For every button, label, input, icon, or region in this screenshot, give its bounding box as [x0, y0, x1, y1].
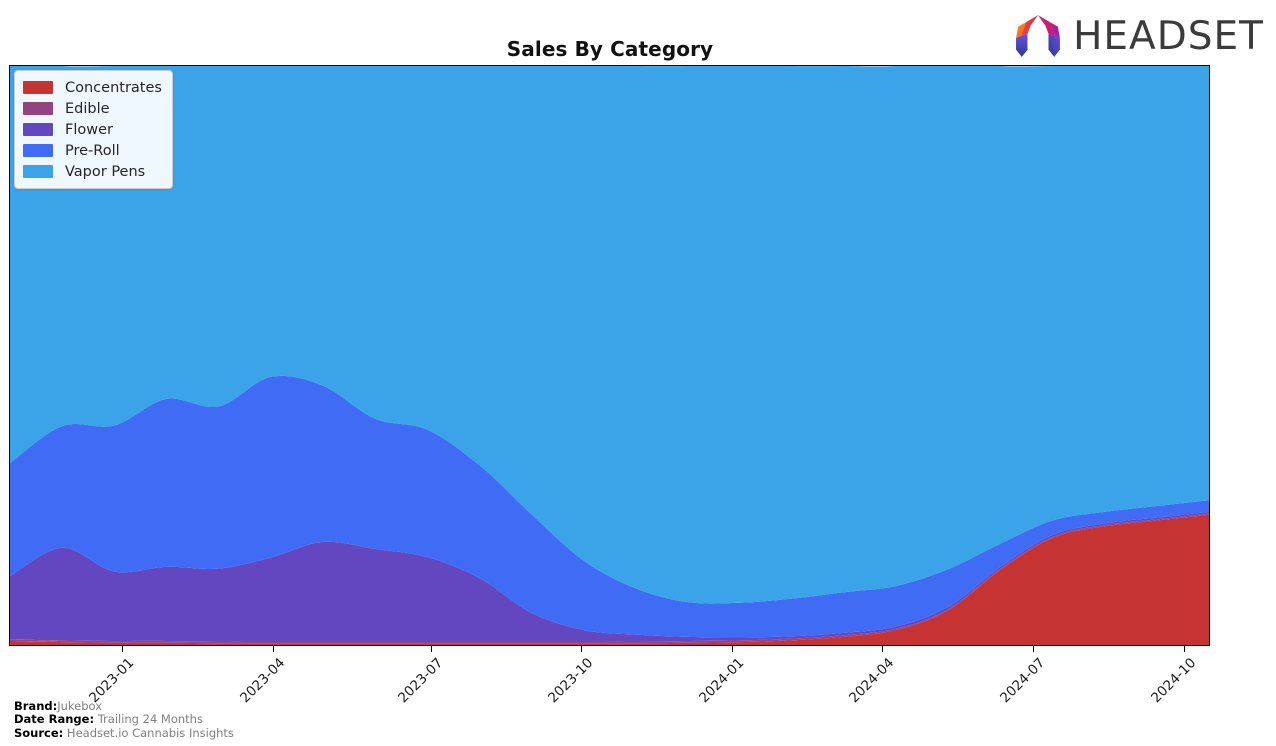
footer-row-date-range: Date Range: Trailing 24 Months [14, 712, 234, 727]
footer-key-source: Source: [14, 725, 64, 740]
legend-swatch-edible [23, 102, 53, 115]
headset-logo-mark [1016, 15, 1061, 57]
legend-item-concentrates[interactable]: Concentrates [23, 77, 162, 98]
footer-value-date-range: Trailing 24 Months [97, 712, 203, 726]
x-tick-label: 2024-04 [846, 655, 898, 707]
footer-value-brand: Jukebox [57, 698, 103, 713]
footer-value-source: Headset.io Cannabis Insights [66, 725, 234, 740]
footer-row-source: Source: Headset.io Cannabis Insights [14, 725, 234, 741]
legend-label-flower: Flower [65, 121, 113, 138]
footer-key-brand: Brand: [14, 698, 58, 713]
x-tick-mark [731, 646, 733, 652]
stacked-area-chart [10, 66, 1209, 645]
x-tick-label: 2024-07 [997, 655, 1049, 707]
x-tick-label: 2023-07 [394, 655, 446, 707]
x-tick-label: 2023-10 [545, 655, 597, 707]
x-tick-mark [121, 646, 123, 652]
footer-key-date-range: Date Range: [14, 712, 95, 726]
legend-label-edible: Edible [65, 100, 110, 117]
footer-row-brand: Brand:Jukebox [14, 698, 234, 714]
legend-swatch-concentrates [23, 81, 53, 94]
x-tick-mark [1033, 646, 1035, 652]
x-axis: 2023-01 2023-04 2023-07 2023-10 2024-01 2024-… [9, 646, 1210, 706]
area-series-group [10, 66, 1209, 645]
x-tick-label: 2024-10 [1147, 655, 1199, 707]
legend-label-vapor-pens: Vapor Pens [65, 163, 146, 180]
legend-swatch-pre-roll [23, 144, 53, 157]
x-tick-mark [581, 646, 583, 652]
legend-item-edible[interactable]: Edible [23, 98, 162, 119]
legend-swatch-vapor-pens [23, 165, 53, 178]
brand-wordmark: HEADSET [1073, 13, 1264, 59]
chart-plot-area [9, 65, 1210, 646]
chart-footer: Brand:Jukebox Date Range: Trailing 24 Mo… [14, 698, 234, 741]
x-tick-mark [430, 646, 432, 652]
x-tick-mark [272, 646, 274, 652]
legend-label-concentrates: Concentrates [65, 79, 162, 96]
x-tick-label: 2024-01 [695, 655, 748, 707]
legend-swatch-flower [23, 123, 53, 136]
x-tick-mark [882, 646, 884, 652]
legend-item-pre-roll[interactable]: Pre-Roll [23, 140, 162, 161]
chart-legend: Concentrates Edible Flower Pre-Roll Vapo… [14, 70, 173, 189]
chart-page: Sales By Category HEADSET Concentrates E… [0, 0, 1276, 746]
brand-logo: HEADSET [1011, 10, 1264, 62]
x-tick-mark [1183, 646, 1185, 652]
legend-label-pre-roll: Pre-Roll [65, 142, 120, 159]
legend-item-flower[interactable]: Flower [23, 119, 162, 140]
legend-item-vapor-pens[interactable]: Vapor Pens [23, 161, 162, 182]
x-tick-label: 2023-04 [236, 655, 288, 707]
